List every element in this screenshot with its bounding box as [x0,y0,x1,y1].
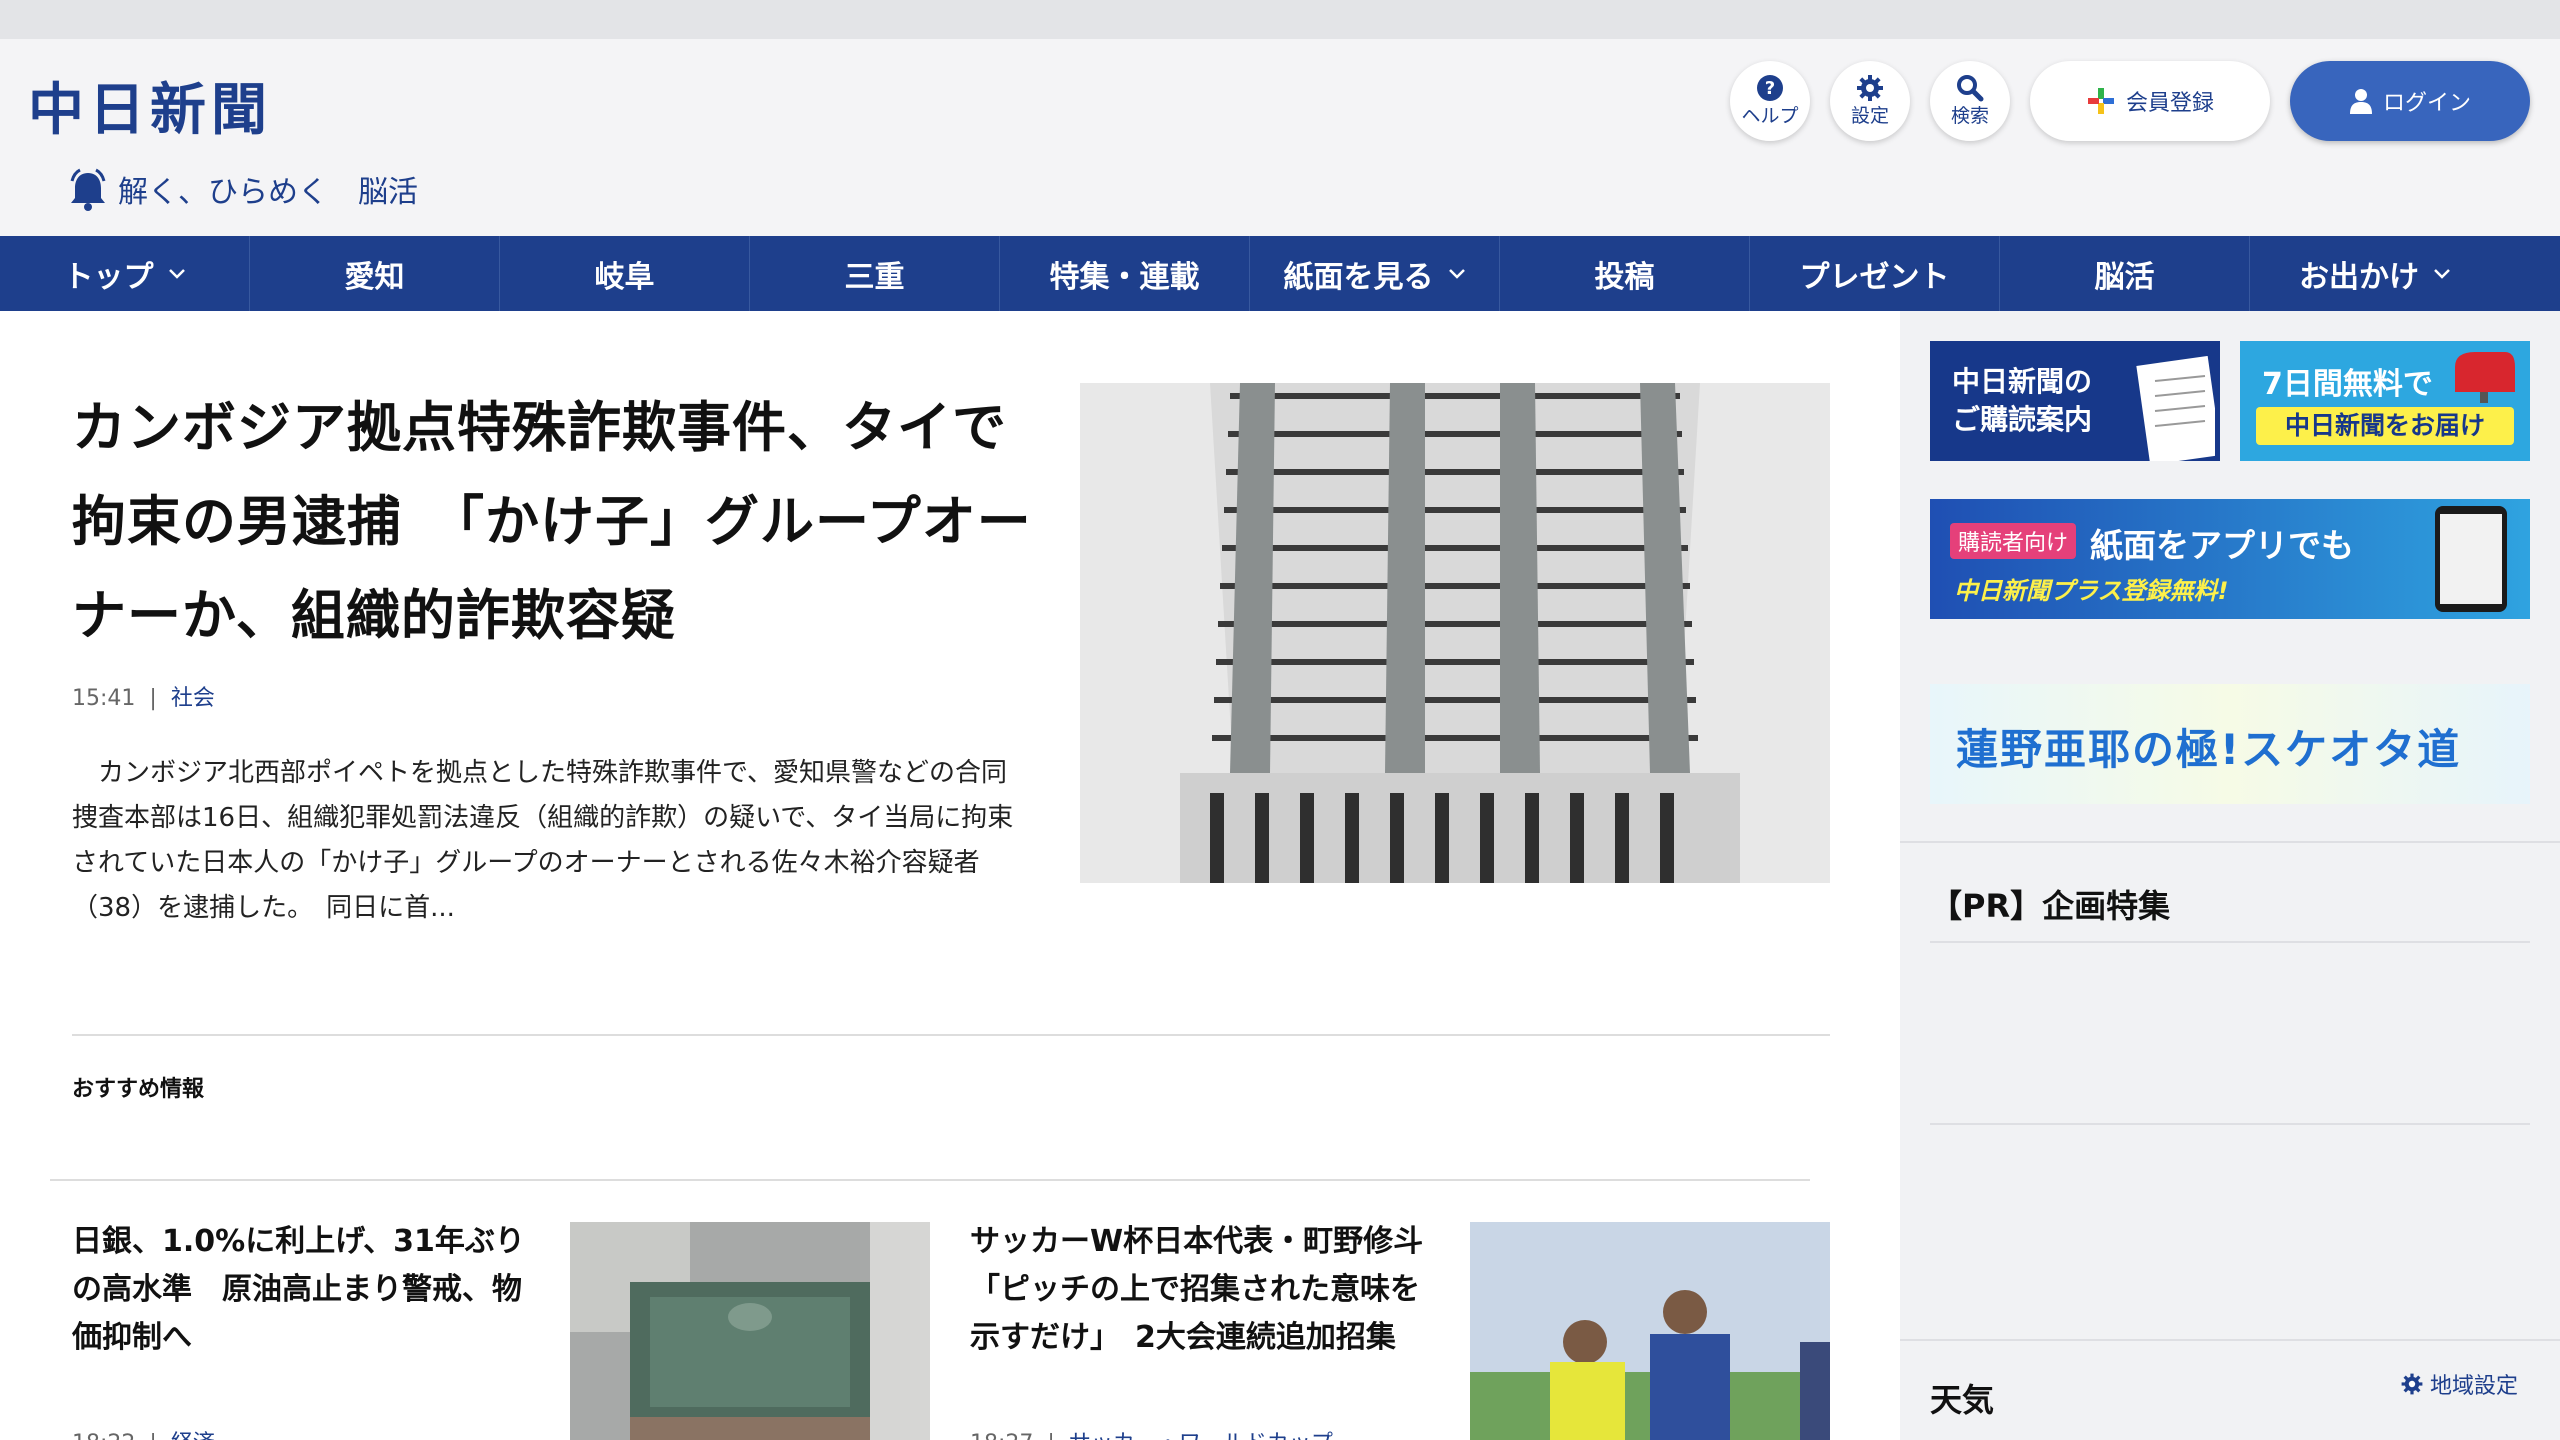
lead-category[interactable]: 社会 [171,686,215,711]
search-label: 検索 [1950,105,1989,127]
subscription-banner[interactable]: 中日新聞の ご購読案内 [1930,341,2220,461]
mailbox-icon [2455,352,2515,403]
browser-top-strip [0,0,2560,39]
nav-label: プレゼント [1799,259,1950,295]
pr-section: 【PR】企画特集 [1900,841,2560,1251]
bell-icon [70,168,106,211]
section-divider [50,1179,1810,1181]
meta-separator: | [1040,1431,1061,1440]
card-time: 18:22 [72,1431,135,1440]
card-image[interactable] [570,1222,930,1440]
nav-label: 紙面を見る [1283,259,1434,295]
nav-item-gifu[interactable]: 岐阜 [500,236,750,311]
site-logo[interactable]: 中日新聞 [28,65,272,146]
settings-label: 設定 [1850,105,1889,127]
meta-separator: | [142,1431,163,1440]
gear-icon [2401,1373,2423,1395]
banner-title: 7日間無料で [2262,367,2433,402]
newspaper-icon [2136,356,2215,461]
card-meta: 18:22 | 経済 [72,1425,215,1440]
card-image[interactable] [1470,1222,1830,1440]
card-title[interactable]: サッカーW杯日本代表・町野修斗「ピッチの上で招集された意味を示すだけ」 2大会連… [970,1218,1430,1362]
register-label: 会員登録 [2125,91,2214,116]
banner-subtitle: 中日新聞プラス登録無料! [1954,577,2229,605]
weather-heading: 天気 [1930,1381,1995,1419]
nav-item-features[interactable]: 特集・連載 [1000,236,1250,311]
nav-item-paper[interactable]: 紙面を見る [1250,236,1500,311]
section-divider [72,1034,1830,1036]
meta-separator: | [142,686,164,711]
banner-title: 紙面をアプリでも [2090,526,2354,565]
card-title[interactable]: 日銀、1.0%に利上げ、31年ぶりの高水準 原油高止まり警戒、物価抑制へ [72,1218,532,1362]
card-category[interactable]: サッカー・ワールドカップ [1069,1431,1333,1440]
sidebar: 中日新聞の ご購読案内 7日間無料で 中日新聞をお届け 購読者向け 紙面をアプリ… [1900,311,2560,1440]
banner-tag: 購読者向け [1950,523,2077,559]
card-time: 18:27 [970,1431,1033,1440]
nav-item-mie[interactable]: 三重 [750,236,1000,311]
plus-logo-icon [2087,88,2114,114]
lead-article-title[interactable]: カンボジア拠点特殊詐欺事件、タイで拘束の男逮捕 「かけ子」グループオーナーか、組… [72,381,1032,663]
soccer-photo [1470,1222,1830,1440]
banner-text: 蓮野亜耶の極!スケオタ道 [1956,725,2462,774]
lead-article-meta: 15:41 | 社会 [72,680,215,712]
site-header: 中日新聞 解く、ひらめく 脳活 ? ヘルプ 設定 検索 会員登録 ログイン [0,39,2560,236]
svg-text:?: ? [1765,78,1775,99]
chevron-down-icon [168,268,185,279]
pr-heading: 【PR】企画特集 [1930,887,2171,925]
noukatsu-link[interactable]: 解く、ひらめく 脳活 [68,167,418,211]
card-category[interactable]: 経済 [171,1431,215,1440]
phone-icon [2435,506,2507,612]
search-icon [1957,75,1984,102]
settings-button[interactable]: 設定 [1830,61,1910,141]
region-settings-link[interactable]: 地域設定 [2400,1368,2518,1400]
nav-label: 愛知 [344,259,405,295]
app-banner[interactable]: 購読者向け 紙面をアプリでも 中日新聞プラス登録無料! [1930,499,2530,619]
nav-label: お出かけ [2299,259,2419,295]
gear-icon [1857,75,1883,101]
lead-time: 15:41 [72,686,136,711]
nav-label: 三重 [844,259,905,295]
building-photo [1080,383,1830,883]
nav-label: 脳活 [2094,259,2155,295]
nav-label: 投稿 [1594,259,1655,295]
help-button[interactable]: ? ヘルプ [1730,61,1810,141]
card-meta: 18:27 | サッカー・ワールドカップ [970,1425,1333,1440]
main-nav: トップ 愛知 岐阜 三重 特集・連載 紙面を見る 投稿 プレゼント 脳活 お出か… [0,236,2560,311]
nav-label: 岐阜 [594,259,655,295]
login-label: ログイン [2382,91,2471,116]
nav-item-present[interactable]: プレゼント [1750,236,2000,311]
banner-subtitle: 中日新聞をお届け [2256,407,2514,445]
lead-article-image[interactable] [1080,383,1830,883]
nav-item-noukatsu[interactable]: 脳活 [2000,236,2250,311]
tagline-text: 解く、ひらめく 脳活 [118,175,418,210]
chevron-down-icon [1448,268,1465,279]
main-content: カンボジア拠点特殊詐欺事件、タイで拘束の男逮捕 「かけ子」グループオーナーか、組… [0,311,1900,1440]
nav-item-outing[interactable]: お出かけ [2250,236,2500,311]
banner-text: 中日新聞の ご購読案内 [1952,365,2093,436]
login-button[interactable]: ログイン [2290,61,2530,141]
user-icon [2349,89,2372,114]
lead-article-summary[interactable]: カンボジア北西部ポイペトを拠点とした特殊詐欺事件で、愛知県警などの合同捜査本部は… [72,751,1032,931]
region-label: 地域設定 [2430,1374,2519,1399]
search-button[interactable]: 検索 [1930,61,2010,141]
nav-item-aichi[interactable]: 愛知 [250,236,500,311]
boj-building-photo [570,1222,930,1440]
pr-divider [1930,1123,2530,1125]
chevron-down-icon [2434,268,2450,279]
question-icon: ? [1757,75,1783,101]
recommend-heading: おすすめ情報 [72,1077,205,1102]
nav-item-top[interactable]: トップ [0,236,250,311]
register-button[interactable]: 会員登録 [2030,61,2270,141]
help-label: ヘルプ [1741,105,1799,127]
pr-divider [1930,941,2530,943]
nav-label: 特集・連載 [1049,259,1200,295]
nav-item-submit[interactable]: 投稿 [1500,236,1750,311]
nav-label: トップ [63,259,154,295]
skate-column-banner[interactable]: 蓮野亜耶の極!スケオタ道 [1930,684,2530,804]
free-trial-banner[interactable]: 7日間無料で 中日新聞をお届け [2240,341,2530,461]
